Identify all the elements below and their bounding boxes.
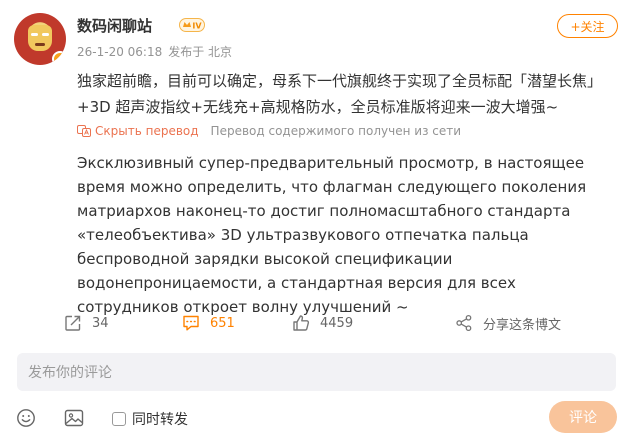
post-content-line: +3D 超声波指纹+无线充+高规格防水，全员标准版将迎来一波大增强~ <box>77 98 559 116</box>
follow-button[interactable]: +关注 <box>557 14 618 38</box>
emoji-icon[interactable] <box>16 408 36 428</box>
submit-comment-button[interactable]: 评论 <box>549 401 617 433</box>
avatar[interactable] <box>14 13 66 65</box>
avatar-face <box>28 25 52 51</box>
post-source: 发布于 北京 <box>168 45 233 59</box>
share-label: 分享这条博文 <box>483 317 562 333</box>
post-meta: 26-1-20 06:18 发布于 北京 <box>77 43 232 60</box>
like-count: 4459 <box>320 315 354 331</box>
vip-crown-icon[interactable]: IV <box>179 17 205 33</box>
comment-icon <box>183 315 199 331</box>
post-timestamp[interactable]: 26-1-20 06:18 <box>77 45 162 59</box>
post-content-line: 独家超前瞻，目前可以确定，母系下一代旗舰终于实现了全员标配「潜望长焦」 <box>77 72 603 90</box>
forward-checkbox[interactable] <box>112 412 126 426</box>
repost-icon <box>65 315 81 331</box>
share-icon <box>456 314 472 332</box>
share-button[interactable]: 分享这条博文 <box>455 308 561 338</box>
repost-button[interactable]: 34 <box>64 308 109 338</box>
verified-badge-icon <box>52 51 66 65</box>
translate-icon <box>77 125 91 137</box>
post-content: 独家超前瞻，目前可以确定，母系下一代旗舰终于实现了全员标配「潜望长焦」 +3D … <box>77 68 617 120</box>
post-actions: 34 651 4459 分享这条博文 <box>0 308 634 338</box>
image-icon[interactable] <box>64 408 84 428</box>
like-icon <box>293 315 310 331</box>
translation-bar: Скрыть перевод Перевод содержимого получ… <box>77 124 461 138</box>
hide-translation-link[interactable]: Скрыть перевод <box>95 124 199 138</box>
username[interactable]: 数码闲聊站 <box>77 15 152 36</box>
forward-checkbox-row[interactable]: 同时转发 <box>112 409 188 429</box>
svg-text:IV: IV <box>192 22 202 31</box>
comment-input[interactable]: 发布你的评论 <box>17 353 616 391</box>
repost-count: 34 <box>92 315 109 331</box>
comment-count: 651 <box>210 315 235 331</box>
translated-text: Эксклюзивный супер-предварительный просм… <box>77 154 587 316</box>
comment-button[interactable]: 651 <box>182 308 235 338</box>
translation-note: Перевод содержимого получен из сети <box>210 124 462 138</box>
forward-label: 同时转发 <box>132 412 188 428</box>
like-button[interactable]: 4459 <box>292 308 353 338</box>
